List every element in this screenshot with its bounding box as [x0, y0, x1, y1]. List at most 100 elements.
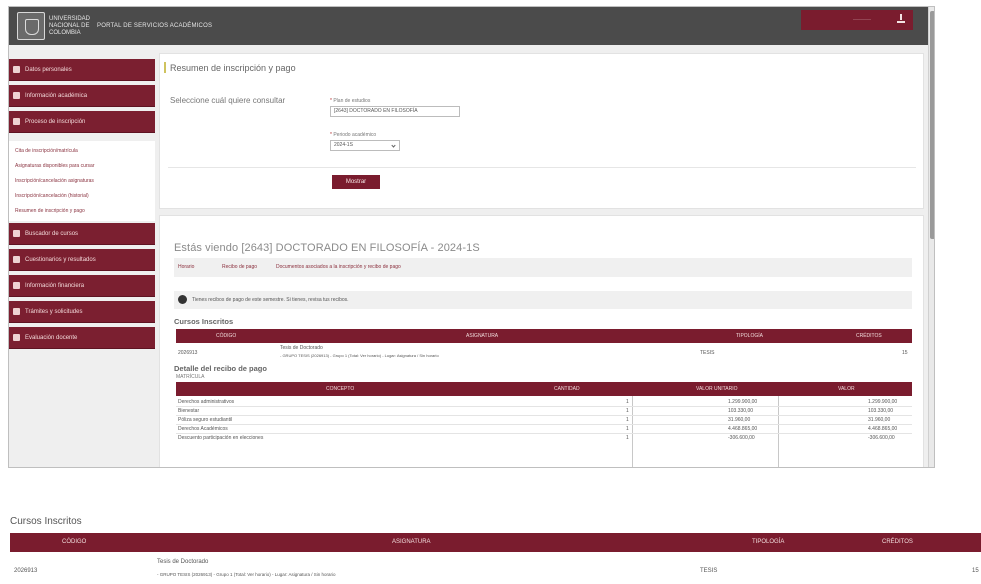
row-divider [176, 433, 912, 434]
payment-value: 103.330,00 [868, 408, 894, 414]
sidebar-item-label: Proceso de inscripción [25, 119, 86, 125]
row-divider [176, 406, 912, 407]
period-select[interactable]: 2024-1S [330, 140, 400, 151]
sidebar-item-proceso-inscripcion[interactable]: Proceso de inscripción [9, 111, 155, 133]
vertical-scrollbar[interactable] [928, 7, 934, 467]
course-code: 2026913 [178, 350, 198, 356]
book-icon [13, 92, 20, 99]
sidebar-item-label: Información financiera [25, 283, 85, 289]
links-bar: Horario Recibo de pago Documentos asocia… [174, 258, 912, 277]
dollar-icon [13, 282, 20, 289]
payment-concept: Derechos Académicos [178, 426, 228, 432]
info-icon [178, 295, 187, 304]
zoom-course-credits: 15 [972, 568, 979, 574]
result-panel: Estás viendo [2643] DOCTORADO EN FILOSOF… [159, 215, 924, 467]
col-asignatura: ASIGNATURA [466, 333, 499, 339]
chart-icon [13, 256, 20, 263]
sidebar-item-label: Datos personales [25, 67, 72, 73]
search-icon [13, 230, 20, 237]
submenu-item-asignaturas[interactable]: Asignaturas disponibles para cursar [15, 163, 95, 169]
user-menu-button[interactable]: ········· [801, 10, 913, 30]
payment-subheading: MATRÍCULA [176, 374, 205, 380]
zoom-col-creditos: CRÉDITOS [882, 539, 913, 545]
course-name: Tesis de Doctorado [280, 345, 323, 351]
plan-select[interactable]: [2643] DOCTORADO EN FILOSOFÍA [330, 106, 460, 117]
submenu-item-historial[interactable]: Inscripción/cancelación (historial) [15, 193, 89, 199]
period-label: * Periodo académico [330, 132, 377, 138]
zoom-courses-table-header: CÓDIGO ASIGNATURA TIPOLOGÍA CRÉDITOS [10, 533, 981, 552]
sidebar-item-label: Evaluación docente [25, 335, 78, 341]
col-codigo: CÓDIGO [216, 333, 237, 339]
sidebar-item-label: Cuestionarios y resultados [25, 257, 96, 263]
result-title: Estás viendo [2643] DOCTORADO EN FILOSOF… [174, 242, 480, 254]
payment-concept: Bienestar [178, 408, 200, 414]
link-documentos[interactable]: Documentos asociados a la inscripción y … [276, 264, 401, 270]
sidebar-item-cuestionarios[interactable]: Cuestionarios y resultados [9, 249, 155, 271]
browser-viewport: UNIVERSIDAD NACIONAL DE COLOMBIA PORTAL … [8, 6, 935, 468]
payment-unit: 103.330,00 [728, 408, 754, 414]
scrollbar-thumb[interactable] [930, 11, 934, 239]
col-valor: VALOR [838, 386, 855, 392]
col-concepto: CONCEPTO [326, 386, 355, 392]
zoom-course-type: TESIS [700, 568, 718, 574]
course-detail: - GRUPO TESIS (2026913) - Grupo 1 (Total… [280, 353, 439, 358]
zoom-course-code: 2026913 [14, 568, 38, 574]
select-instruction: Seleccione cuál quiere consultar [170, 96, 286, 105]
payment-value: 31.960,00 [868, 417, 891, 423]
logout-icon [897, 14, 905, 23]
clipboard-icon [13, 334, 20, 341]
col-cantidad: CANTIDAD [554, 386, 580, 392]
link-recibo-pago[interactable]: Recibo de pago [222, 264, 257, 270]
sidebar: Datos personales Información académica P… [9, 53, 155, 467]
sidebar-item-label: Información académica [25, 93, 88, 99]
sidebar-item-tramites[interactable]: Trámites y solicitudes [9, 301, 155, 323]
payment-qty: 1 [626, 426, 629, 432]
col-tipologia: TIPOLOGÍA [736, 333, 763, 339]
divider [168, 167, 916, 168]
query-panel: Resumen de inscripción y pago Seleccione… [159, 53, 924, 209]
sidebar-item-datos-personales[interactable]: Datos personales [9, 59, 155, 81]
chevron-down-icon [391, 143, 396, 148]
payment-concept: Derechos administrativos [178, 399, 235, 405]
row-divider [176, 424, 912, 425]
courses-heading: Cursos Inscritos [174, 317, 234, 326]
zoom-col-asignatura: ASIGNATURA [392, 539, 431, 545]
sidebar-item-label: Buscador de cursos [25, 231, 79, 237]
payment-value: 4.468.865,00 [868, 426, 898, 432]
zoom-courses-heading: Cursos Inscritos [10, 516, 82, 527]
zoom-col-tipologia: TIPOLOGÍA [752, 539, 785, 545]
show-button[interactable]: Mostrar [332, 175, 380, 189]
submenu-item-cita[interactable]: Cita de inscripción/matrícula [15, 148, 78, 154]
payment-qty: 1 [626, 417, 629, 423]
col-valor-unitario: VALOR UNITARIO [696, 386, 738, 392]
col-creditos: CRÉDITOS [856, 333, 882, 339]
top-bar: UNIVERSIDAD NACIONAL DE COLOMBIA PORTAL … [9, 7, 928, 45]
payment-unit: -306.600,00 [728, 435, 755, 441]
zoom-course-detail: - GRUPO TESIS (2026913) - Grupo 1 (Total… [157, 572, 336, 577]
sidebar-item-financiera[interactable]: Información financiera [9, 275, 155, 297]
payment-unit: 31.960,00 [728, 417, 751, 423]
university-logo-icon[interactable] [17, 12, 45, 40]
sidebar-submenu: Cita de inscripción/matrícula Asignatura… [9, 141, 155, 221]
sidebar-item-buscador-cursos[interactable]: Buscador de cursos [9, 223, 155, 245]
checklist-icon [13, 118, 20, 125]
sidebar-item-evaluacion[interactable]: Evaluación docente [9, 327, 155, 349]
submenu-item-inscripcion[interactable]: Inscripción/cancelación asignaturas [15, 178, 94, 184]
sidebar-item-label: Trámites y solicitudes [25, 309, 83, 315]
payment-unit: 1.299.900,00 [728, 399, 758, 405]
payment-concept: Descuento participación en elecciones [178, 435, 264, 441]
info-text: Tienes recibos de pago de este semestre.… [192, 297, 349, 303]
payment-table-header: CONCEPTO CANTIDAD VALOR UNITARIO VALOR [176, 382, 912, 396]
plan-label: * Plan de estudios [330, 98, 371, 104]
zoom-col-codigo: CÓDIGO [62, 539, 87, 545]
payment-qty: 1 [626, 399, 629, 405]
payment-value: -306.600,00 [868, 435, 895, 441]
payment-concept: Póliza seguro estudiantil [178, 417, 233, 423]
university-name: UNIVERSIDAD NACIONAL DE COLOMBIA [49, 16, 91, 36]
link-horario[interactable]: Horario [178, 264, 194, 270]
page-title: Resumen de inscripción y pago [170, 63, 296, 73]
sidebar-item-informacion-academica[interactable]: Información académica [9, 85, 155, 107]
submenu-item-resumen[interactable]: Resumen de inscripción y pago [15, 208, 85, 214]
payment-qty: 1 [626, 408, 629, 414]
row-divider [176, 415, 912, 416]
